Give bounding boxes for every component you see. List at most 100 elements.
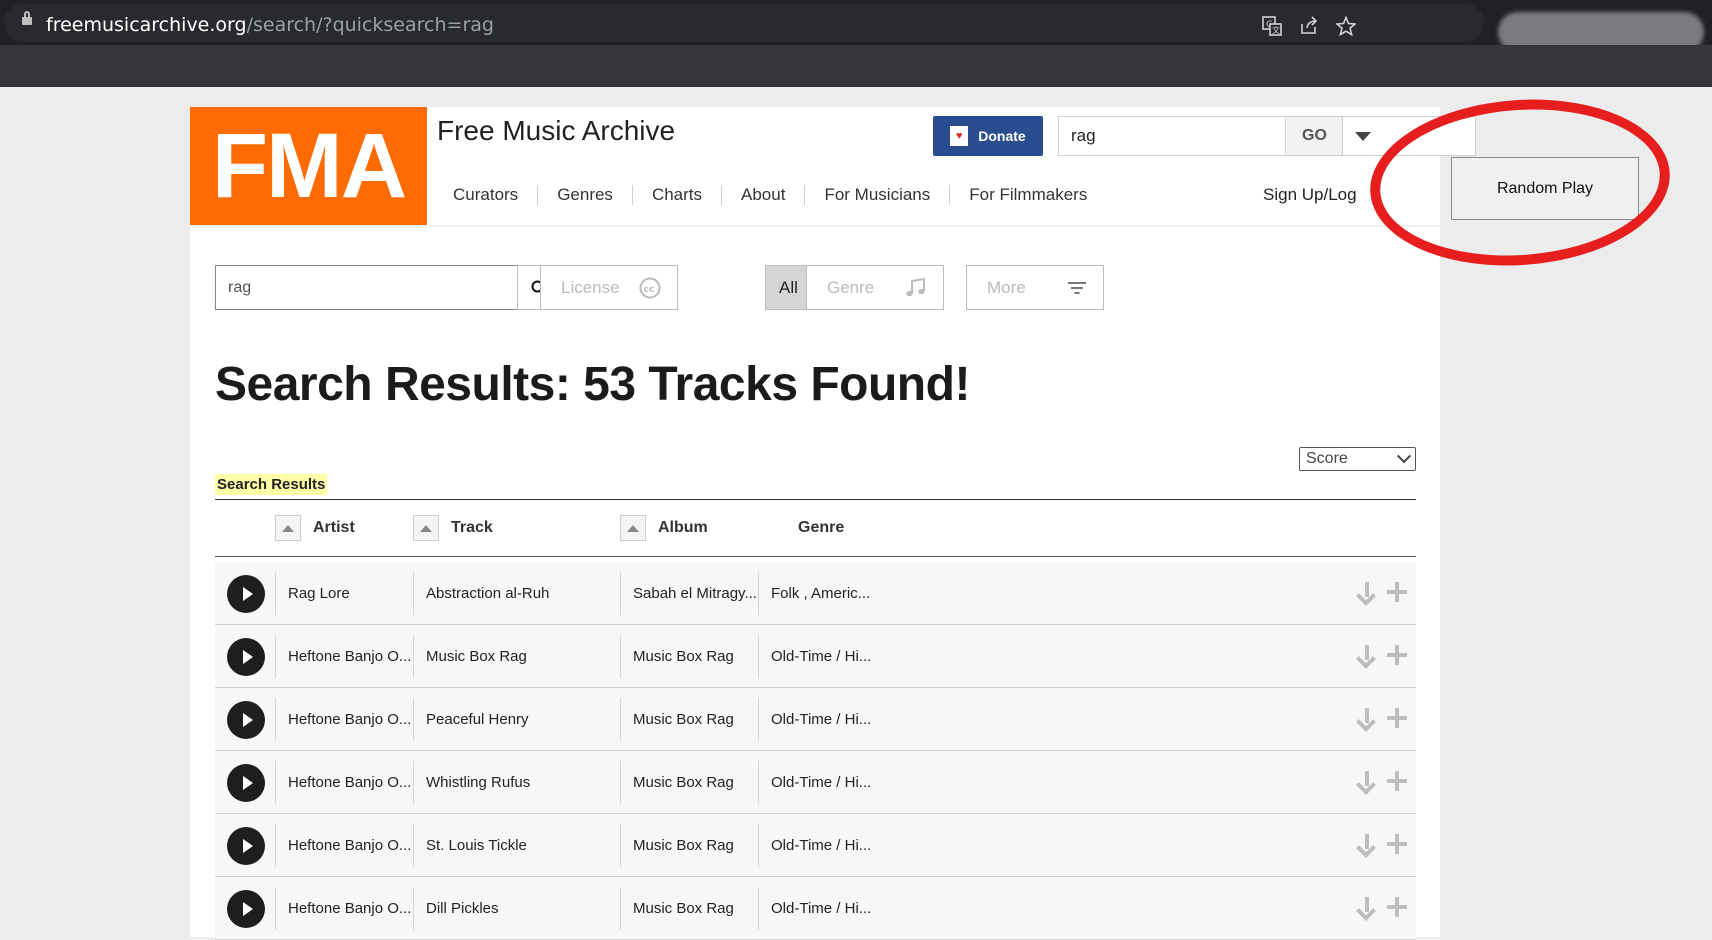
nav-for-musicians[interactable]: For Musicians — [804, 185, 949, 205]
results-search-input[interactable] — [215, 265, 518, 310]
nav-genres[interactable]: Genres — [537, 185, 632, 205]
url-path: /search/?quicksearch=rag — [246, 14, 494, 36]
column-album-label: Album — [658, 519, 708, 536]
caret-down-icon — [1355, 131, 1371, 141]
sort-select[interactable]: Score — [1299, 447, 1416, 471]
table-row[interactable]: Heftone Banjo O... Peaceful Henry Music … — [215, 688, 1416, 751]
play-icon — [242, 587, 253, 601]
nav-for-filmmakers[interactable]: For Filmmakers — [949, 185, 1106, 205]
header-search: GO — [1058, 116, 1476, 156]
more-filter[interactable]: More — [966, 265, 1104, 310]
bookmark-star-icon[interactable] — [1334, 15, 1358, 40]
cell-album[interactable]: Music Box Rag — [620, 887, 758, 930]
table-row[interactable]: Heftone Banjo O... Music Box Rag Music B… — [215, 625, 1416, 688]
fma-logo[interactable]: FMA — [190, 107, 427, 225]
heart-icon: ♥ — [950, 126, 969, 146]
play-button[interactable] — [227, 701, 265, 739]
page-content: FMA Free Music Archive ♥ Donate GO Curat… — [190, 107, 1476, 940]
add-icon[interactable] — [1386, 581, 1408, 603]
download-icon[interactable] — [1356, 643, 1378, 667]
header-search-input[interactable] — [1059, 117, 1286, 155]
cell-artist[interactable]: Rag Lore — [275, 572, 413, 615]
nav-curators[interactable]: Curators — [434, 185, 537, 205]
browser-toolbar: freemusicarchive.org/search/?quicksearch… — [0, 0, 1712, 52]
column-track-label: Track — [451, 519, 493, 536]
chevron-down-icon — [1396, 449, 1412, 464]
address-bar[interactable]: freemusicarchive.org/search/?quicksearch… — [4, 4, 1484, 42]
genre-filter[interactable]: Genre — [806, 265, 944, 310]
cell-album[interactable]: Music Box Rag — [620, 698, 758, 741]
download-icon[interactable] — [1356, 580, 1378, 604]
play-icon — [242, 713, 253, 727]
column-genre-label: Genre — [798, 519, 845, 536]
play-button[interactable] — [227, 890, 265, 928]
nav-about[interactable]: About — [721, 185, 804, 205]
search-dropdown-button[interactable] — [1343, 117, 1383, 155]
signup-login-link[interactable]: Sign Up/Log — [1263, 185, 1357, 205]
play-button[interactable] — [227, 827, 265, 865]
download-icon[interactable] — [1356, 706, 1378, 730]
row-actions — [1356, 895, 1408, 919]
download-icon[interactable] — [1356, 895, 1378, 919]
cell-album[interactable]: Music Box Rag — [620, 824, 758, 867]
play-button[interactable] — [227, 638, 265, 676]
play-button[interactable] — [227, 575, 265, 613]
share-icon[interactable] — [1299, 16, 1319, 40]
cell-genre[interactable]: Folk , Americ... — [758, 572, 908, 615]
column-artist-label: Artist — [313, 519, 355, 536]
license-filter[interactable]: License cc — [540, 265, 678, 310]
play-icon — [242, 650, 253, 664]
random-play-button[interactable]: Random Play — [1451, 157, 1639, 220]
table-header: Artist Track Album Genre — [215, 500, 1416, 557]
add-icon[interactable] — [1386, 896, 1408, 918]
row-actions — [1356, 832, 1408, 856]
download-icon[interactable] — [1356, 832, 1378, 856]
play-button[interactable] — [227, 764, 265, 802]
sort-track-button[interactable] — [413, 515, 439, 541]
cell-track[interactable]: Abstraction al-Ruh — [413, 572, 620, 615]
row-actions — [1356, 769, 1408, 793]
url-host: freemusicarchive.org — [46, 14, 247, 36]
cell-genre[interactable]: Old-Time / Hi... — [758, 887, 908, 930]
cell-artist[interactable]: Heftone Banjo O... — [275, 887, 413, 930]
add-icon[interactable] — [1386, 644, 1408, 666]
cell-track[interactable]: St. Louis Tickle — [413, 824, 620, 867]
go-button[interactable]: GO — [1287, 117, 1343, 155]
table-row[interactable]: Rag Lore Abstraction al-Ruh Sabah el Mit… — [215, 562, 1416, 625]
sort-artist-button[interactable] — [275, 515, 301, 541]
url-text[interactable]: freemusicarchive.org/search/?quicksearch… — [46, 14, 494, 36]
row-actions — [1356, 643, 1408, 667]
cell-artist[interactable]: Heftone Banjo O... — [275, 824, 413, 867]
download-icon[interactable] — [1356, 769, 1378, 793]
nav-charts[interactable]: Charts — [631, 185, 721, 205]
search-results-label: Search Results — [215, 474, 328, 495]
table-row[interactable]: Heftone Banjo O... Whistling Rufus Music… — [215, 751, 1416, 814]
cell-track[interactable]: Whistling Rufus — [413, 761, 620, 804]
cell-track[interactable]: Dill Pickles — [413, 887, 620, 930]
cell-genre[interactable]: Old-Time / Hi... — [758, 635, 908, 678]
table-row[interactable]: Heftone Banjo O... Dill Pickles Music Bo… — [215, 877, 1416, 940]
row-actions — [1356, 706, 1408, 730]
cell-genre[interactable]: Old-Time / Hi... — [758, 698, 908, 741]
cell-genre[interactable]: Old-Time / Hi... — [758, 824, 908, 867]
cell-artist[interactable]: Heftone Banjo O... — [275, 635, 413, 678]
site-title[interactable]: Free Music Archive — [437, 115, 675, 147]
cell-track[interactable]: Music Box Rag — [413, 635, 620, 678]
cell-album[interactable]: Music Box Rag — [620, 761, 758, 804]
cell-album[interactable]: Sabah el Mitragy... — [620, 572, 758, 615]
donate-button[interactable]: ♥ Donate — [933, 116, 1043, 156]
cell-album[interactable]: Music Box Rag — [620, 635, 758, 678]
table-row[interactable]: Heftone Banjo O... St. Louis Tickle Musi… — [215, 814, 1416, 877]
more-label: More — [987, 277, 1026, 297]
translate-icon[interactable]: G文 — [1262, 16, 1282, 40]
cell-artist[interactable]: Heftone Banjo O... — [275, 698, 413, 741]
add-icon[interactable] — [1386, 707, 1408, 729]
sort-album-button[interactable] — [620, 515, 646, 541]
cell-genre[interactable]: Old-Time / Hi... — [758, 761, 908, 804]
cell-artist[interactable]: Heftone Banjo O... — [275, 761, 413, 804]
creative-commons-icon: cc — [639, 277, 661, 298]
add-icon[interactable] — [1386, 770, 1408, 792]
cell-track[interactable]: Peaceful Henry — [413, 698, 620, 741]
play-icon — [242, 776, 253, 790]
add-icon[interactable] — [1386, 833, 1408, 855]
